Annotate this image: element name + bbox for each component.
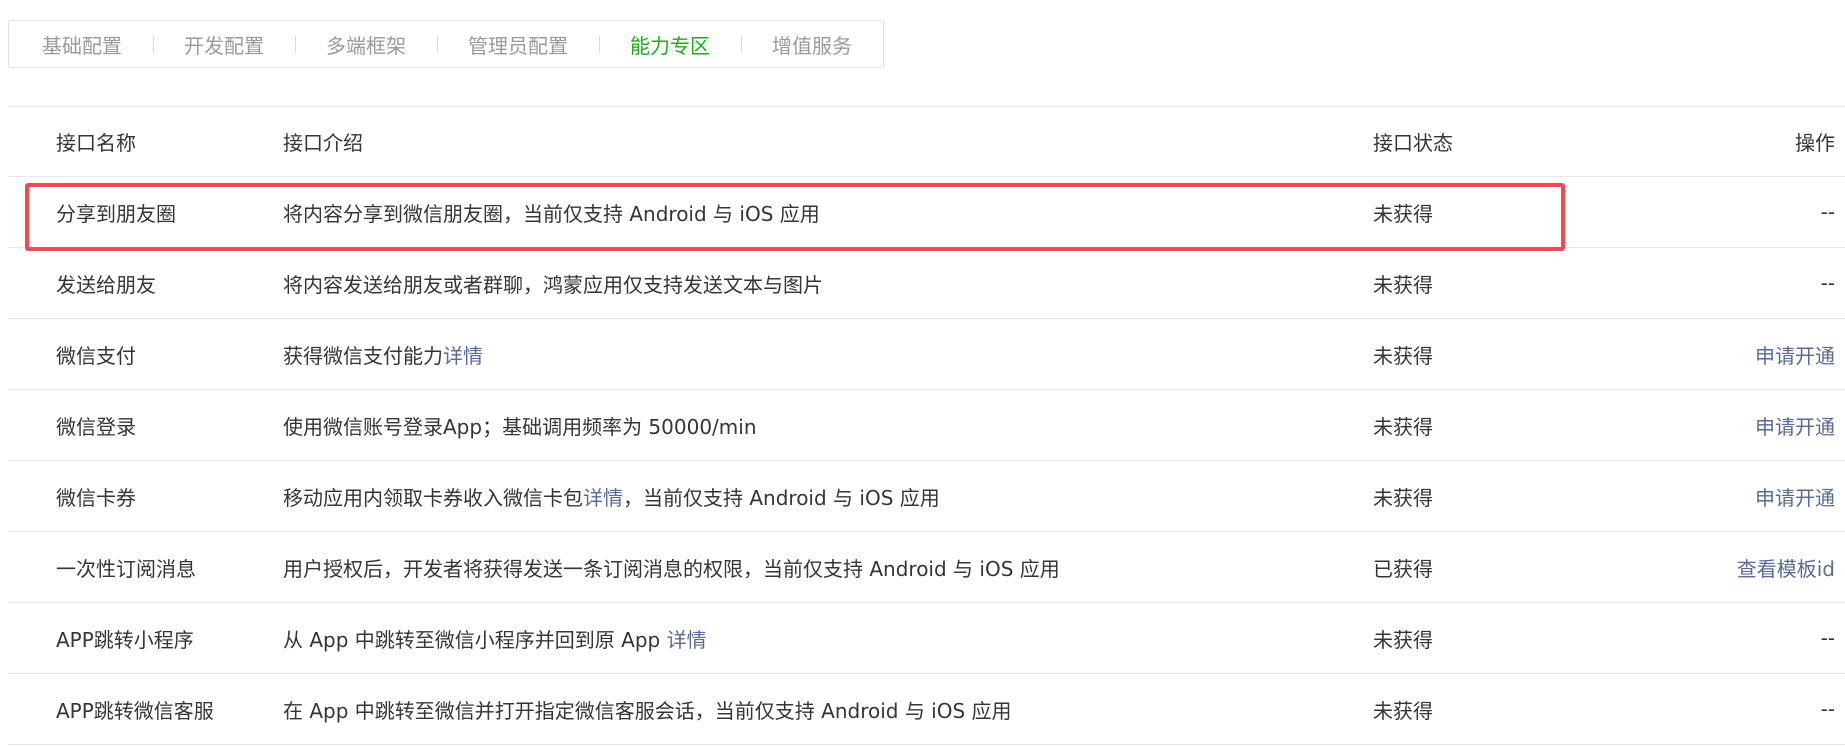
api-name: 微信卡券 bbox=[56, 485, 136, 510]
operation-empty: -- bbox=[1820, 200, 1835, 224]
api-status: 未获得 bbox=[1373, 272, 1433, 297]
api-name: 微信登录 bbox=[56, 414, 136, 439]
tab-2[interactable]: 多端框架 bbox=[295, 21, 437, 67]
api-desc: 用户授权后，开发者将获得发送一条订阅消息的权限，当前仅支持 Android 与 … bbox=[283, 553, 1373, 582]
details-link[interactable]: 详情 bbox=[443, 344, 483, 368]
api-desc: 使用微信账号登录App；基础调用频率为 50000/min bbox=[283, 411, 1373, 440]
table-row: 微信登录 使用微信账号登录App；基础调用频率为 50000/min 未获得 申请开通 bbox=[8, 390, 1845, 461]
operation-link[interactable]: 申请开通 bbox=[1633, 482, 1835, 511]
api-desc-text: 将内容发送给朋友或者群聊，鸿蒙应用仅支持发送文本与图片 bbox=[283, 272, 823, 297]
tab-3[interactable]: 管理员配置 bbox=[437, 21, 599, 67]
api-table: 接口名称 接口介绍 接口状态 操作 分享到朋友圈 将内容分享到微信朋友圈，当前仅支… bbox=[8, 106, 1845, 745]
api-desc-text: 获得微信支付能力 bbox=[283, 343, 443, 368]
table-row: 微信卡券 移动应用内领取卡券收入微信卡包详情，当前仅支持 Android 与 iO… bbox=[8, 461, 1845, 532]
api-desc-text: 移动应用内领取卡券收入微信卡包 bbox=[283, 485, 583, 510]
tab-1[interactable]: 开发配置 bbox=[153, 21, 295, 67]
operation-empty: -- bbox=[1820, 697, 1835, 721]
api-desc: 获得微信支付能力详情 bbox=[283, 340, 1373, 369]
operation-link[interactable]: 查看模板id bbox=[1633, 553, 1835, 582]
operation-link[interactable]: 申请开通 bbox=[1633, 340, 1835, 369]
header-op: 操作 bbox=[1795, 131, 1835, 155]
tab-4[interactable]: 能力专区 bbox=[599, 21, 741, 67]
api-name: 分享到朋友圈 bbox=[56, 201, 176, 226]
api-name: 微信支付 bbox=[56, 343, 136, 368]
api-desc-text: 使用微信账号登录App；基础调用频率为 50000/min bbox=[283, 414, 757, 439]
tab-5[interactable]: 增值服务 bbox=[741, 21, 883, 67]
table-row: 微信支付 获得微信支付能力详情 未获得 申请开通 bbox=[8, 319, 1845, 390]
api-desc: 将内容分享到微信朋友圈，当前仅支持 Android 与 iOS 应用 bbox=[283, 198, 1373, 227]
api-status: 未获得 bbox=[1373, 201, 1433, 226]
api-desc: 将内容发送给朋友或者群聊，鸿蒙应用仅支持发送文本与图片 bbox=[283, 269, 1373, 298]
api-status: 未获得 bbox=[1373, 414, 1433, 439]
table-row: APP跳转微信客服 在 App 中跳转至微信并打开指定微信客服会话，当前仅支持 A… bbox=[8, 674, 1845, 745]
api-status: 未获得 bbox=[1373, 485, 1433, 510]
api-name: 一次性订阅消息 bbox=[56, 556, 196, 581]
table-row: 一次性订阅消息 用户授权后，开发者将获得发送一条订阅消息的权限，当前仅支持 And… bbox=[8, 532, 1845, 603]
api-name: APP跳转小程序 bbox=[56, 627, 194, 652]
table-row: 分享到朋友圈 将内容分享到微信朋友圈，当前仅支持 Android 与 iOS 应用… bbox=[8, 177, 1845, 248]
api-desc-tail: ，当前仅支持 Android 与 iOS 应用 bbox=[623, 485, 940, 510]
operation-empty: -- bbox=[1820, 626, 1835, 650]
tab-bar: 基础配置 开发配置 多端框架 管理员配置 能力专区 增值服务 bbox=[8, 20, 884, 68]
header-status: 接口状态 bbox=[1373, 131, 1453, 155]
api-status: 未获得 bbox=[1373, 698, 1433, 723]
header-desc: 接口介绍 bbox=[283, 131, 363, 155]
api-name: APP跳转微信客服 bbox=[56, 698, 214, 723]
api-desc-text: 从 App 中跳转至微信小程序并回到原 App bbox=[283, 627, 667, 652]
tab-0[interactable]: 基础配置 bbox=[9, 21, 153, 67]
table-row: 发送给朋友 将内容发送给朋友或者群聊，鸿蒙应用仅支持发送文本与图片 未获得 -- bbox=[8, 248, 1845, 319]
api-status: 未获得 bbox=[1373, 627, 1433, 652]
operation-link[interactable]: 申请开通 bbox=[1633, 411, 1835, 440]
api-desc: 在 App 中跳转至微信并打开指定微信客服会话，当前仅支持 Android 与 … bbox=[283, 695, 1373, 724]
api-desc-text: 将内容分享到微信朋友圈，当前仅支持 Android 与 iOS 应用 bbox=[283, 201, 820, 226]
api-desc-text: 在 App 中跳转至微信并打开指定微信客服会话，当前仅支持 Android 与 … bbox=[283, 698, 1012, 723]
details-link[interactable]: 详情 bbox=[667, 628, 707, 652]
api-desc-text: 用户授权后，开发者将获得发送一条订阅消息的权限，当前仅支持 Android 与 … bbox=[283, 556, 1060, 581]
header-name: 接口名称 bbox=[56, 131, 136, 155]
api-status: 未获得 bbox=[1373, 343, 1433, 368]
api-desc: 移动应用内领取卡券收入微信卡包详情，当前仅支持 Android 与 iOS 应用 bbox=[283, 482, 1373, 511]
operation-empty: -- bbox=[1820, 271, 1835, 295]
table-header: 接口名称 接口介绍 接口状态 操作 bbox=[8, 107, 1845, 177]
table-row: APP跳转小程序从 App 中跳转至微信小程序并回到原 App 详情 未获得 -- bbox=[8, 603, 1845, 674]
details-link[interactable]: 详情 bbox=[583, 486, 623, 510]
api-desc: 从 App 中跳转至微信小程序并回到原 App 详情 bbox=[283, 624, 1373, 653]
api-status: 已获得 bbox=[1373, 556, 1433, 581]
api-name: 发送给朋友 bbox=[56, 272, 156, 297]
